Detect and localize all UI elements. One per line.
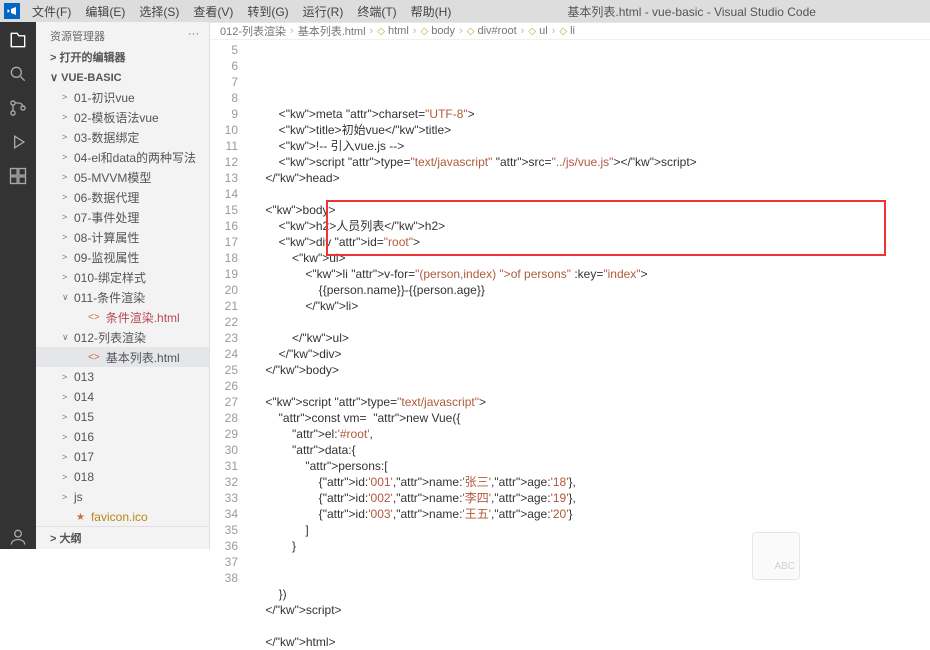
line-gutter: 5678910111213141516171819202122232425262… [210,40,246,650]
account-icon[interactable] [6,525,30,549]
folder-item[interactable]: >02-模板语法vue [36,107,209,127]
search-icon[interactable] [6,62,30,86]
folder-item[interactable]: >07-事件处理 [36,207,209,227]
vscode-icon [4,3,20,19]
folder-item[interactable]: >015 [36,407,209,427]
folder-item[interactable]: >010-绑定样式 [36,267,209,287]
file-item[interactable]: ★favicon.ico [36,507,209,526]
workspace-root[interactable]: ∨ VUE-BASIC [36,68,209,87]
folder-item[interactable]: >06-数据代理 [36,187,209,207]
file-tree: >01-初识vue>02-模板语法vue>03-数据绑定>04-el和data的… [36,87,209,526]
folder-item[interactable]: >05-MVVM模型 [36,167,209,187]
debug-icon[interactable] [6,130,30,154]
folder-item[interactable]: >03-数据绑定 [36,127,209,147]
file-item[interactable]: <>基本列表.html [36,347,209,367]
folder-item[interactable]: >08-计算属性 [36,227,209,247]
breadcrumb[interactable]: 012-列表渲染›基本列表.html›◇ html›◇ body›◇ div#r… [210,23,930,40]
folder-item[interactable]: >018 [36,467,209,487]
ime-indicator: ABC [752,532,800,580]
sidebar-title: 资源管理器 [50,28,105,44]
menu-select[interactable]: 选择(S) [133,1,185,22]
menu-edit[interactable]: 编辑(E) [79,1,131,22]
window-title: 基本列表.html - vue-basic - Visual Studio Co… [457,3,926,20]
folder-item[interactable]: >013 [36,367,209,387]
extensions-icon[interactable] [6,164,30,188]
folder-item[interactable]: >04-el和data的两种写法 [36,147,209,167]
explorer-icon[interactable] [6,28,30,52]
sidebar-more-icon[interactable]: ··· [188,28,199,44]
menu-terminal[interactable]: 终端(T) [351,1,402,22]
editor-group: <>天气案例 (深度监视) .html<>天气案例(监视属性-简写).html<… [210,22,930,549]
menu-help[interactable]: 帮助(H) [405,1,458,22]
outline-section[interactable]: > 大纲 [36,526,209,549]
sidebar: 资源管理器 ··· > 打开的编辑器 ∨ VUE-BASIC >01-初识vue… [36,22,210,549]
folder-item[interactable]: >014 [36,387,209,407]
open-editors-section[interactable]: > 打开的编辑器 [36,46,209,68]
code-body[interactable]: <"kw">meta "attr">charset="UTF-8"> <"kw"… [246,40,930,650]
folder-item[interactable]: >09-监视属性 [36,247,209,267]
menu-view[interactable]: 查看(V) [187,1,239,22]
titlebar: 文件(F) 编辑(E) 选择(S) 查看(V) 转到(G) 运行(R) 终端(T… [0,0,930,22]
folder-item[interactable]: >01-初识vue [36,87,209,107]
menu-bar: 文件(F) 编辑(E) 选择(S) 查看(V) 转到(G) 运行(R) 终端(T… [26,1,457,22]
activity-bar [0,22,36,549]
folder-item[interactable]: ∨011-条件渲染 [36,287,209,307]
folder-item[interactable]: ∨012-列表渲染 [36,327,209,347]
file-item[interactable]: <>条件渲染.html [36,307,209,327]
menu-file[interactable]: 文件(F) [26,1,77,22]
folder-item[interactable]: >js [36,487,209,507]
code-editor[interactable]: 5678910111213141516171819202122232425262… [210,40,930,650]
menu-go[interactable]: 转到(G) [241,1,294,22]
menu-run[interactable]: 运行(R) [297,1,350,22]
source-control-icon[interactable] [6,96,30,120]
folder-item[interactable]: >017 [36,447,209,467]
folder-item[interactable]: >016 [36,427,209,447]
